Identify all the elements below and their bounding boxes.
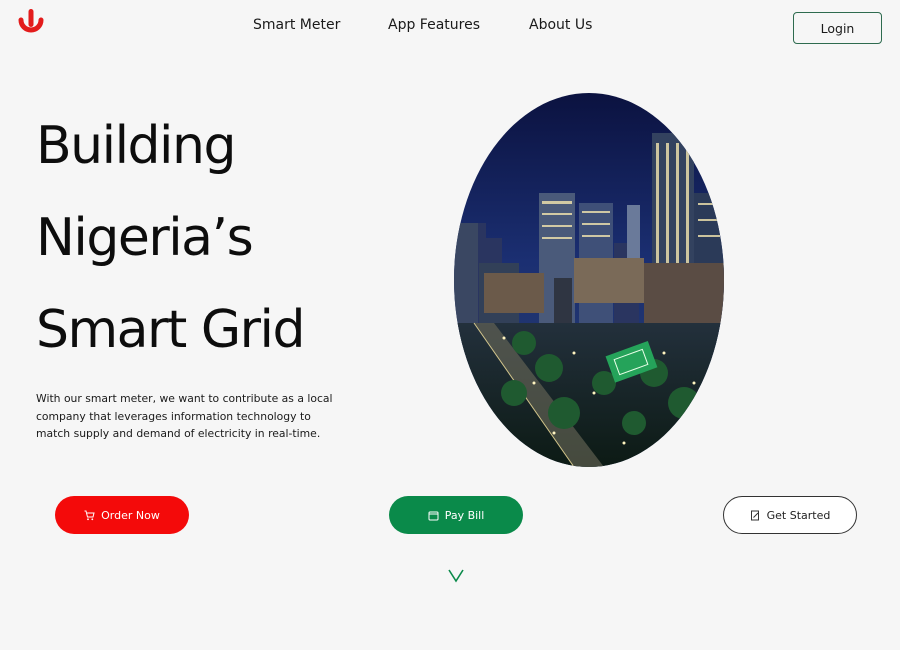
hero-title-line: Building [36,116,236,176]
nav-item-smart-meter[interactable]: Smart Meter [253,17,340,33]
login-button[interactable]: Login [793,12,882,44]
city-night-image [454,93,724,467]
pay-bill-button[interactable]: Pay Bill [389,496,523,534]
wallet-icon [428,510,439,521]
main-nav: Smart Meter App Features About Us [0,17,900,41]
order-now-button[interactable]: Order Now [55,496,189,534]
nav-item-about-us[interactable]: About Us [529,17,592,33]
hero-description: With our smart meter, we want to contrib… [36,392,333,440]
get-started-button[interactable]: Get Started [723,496,857,534]
cart-icon [84,510,95,521]
pay-bill-label: Pay Bill [444,508,485,522]
order-now-label: Order Now [101,508,160,522]
get-started-label: Get Started [766,508,831,522]
hero-title-line: Smart Grid [36,300,305,360]
chevron-down-icon[interactable] [448,568,464,583]
edit-icon [750,510,761,521]
hero-title-line: Nigeria’s [36,208,254,268]
hero-title: Building Nigeria’s Smart Grid [36,100,366,376]
nav-item-app-features[interactable]: App Features [388,17,480,33]
